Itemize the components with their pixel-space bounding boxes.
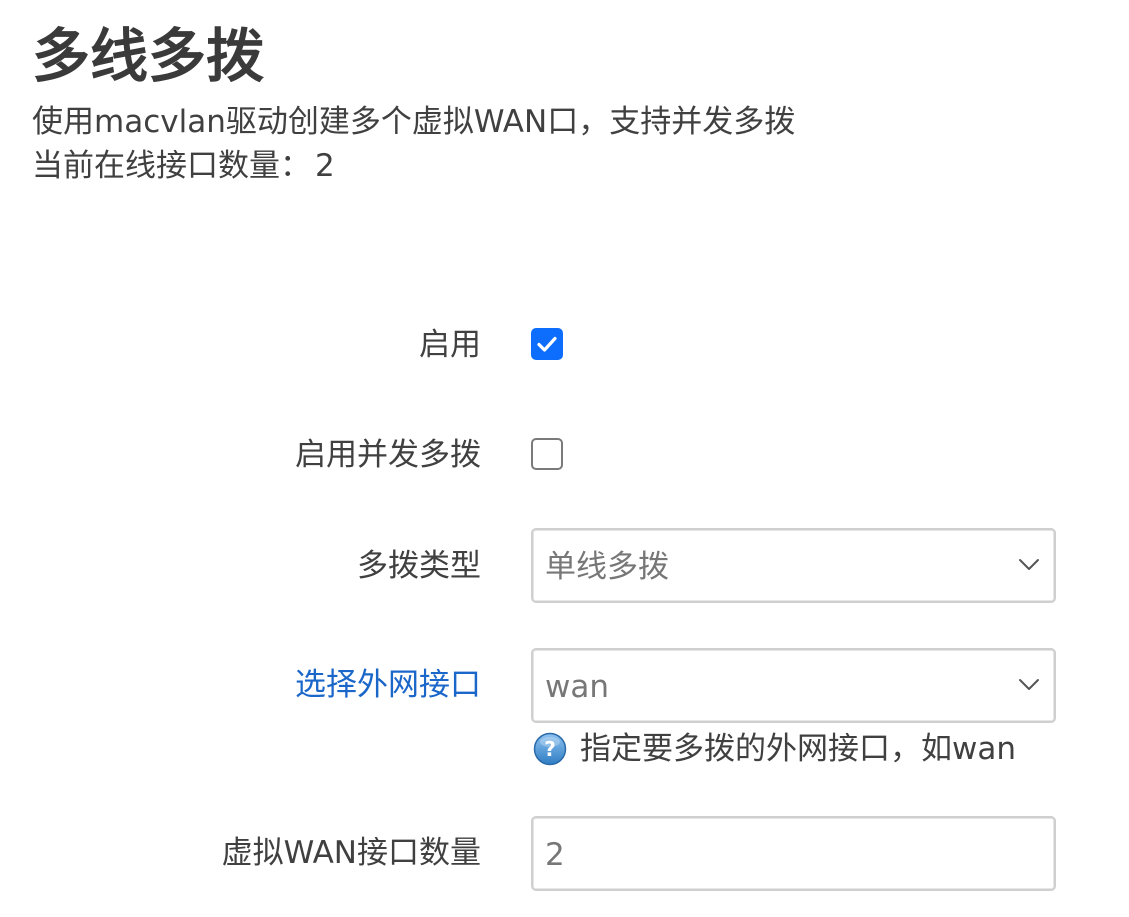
page-description: 使用macvlan驱动创建多个虚拟WAN口，支持并发多拨 <box>32 104 796 140</box>
wan-count-input[interactable]: 2 <box>531 816 1056 891</box>
wan-count-value: 2 <box>545 837 565 873</box>
dial-type-label: 多拨类型 <box>357 548 481 584</box>
online-status: 当前在线接口数量： 2 <box>32 146 335 186</box>
svg-text:?: ? <box>544 737 556 761</box>
wan-interface-hint-text: 指定要多拨的外网接口，如wan <box>580 731 1016 767</box>
online-count-label: 当前在线接口数量： <box>32 148 311 184</box>
enable-checkbox[interactable] <box>531 328 563 360</box>
help-icon: ? <box>533 732 567 766</box>
dial-type-select[interactable]: 单线多拨 <box>531 528 1056 603</box>
chevron-down-icon <box>1019 559 1039 570</box>
wan-interface-select[interactable]: wan <box>531 648 1056 723</box>
page-title: 多线多拨 <box>32 22 265 90</box>
page: 多线多拨 使用macvlan驱动创建多个虚拟WAN口，支持并发多拨 当前在线接口… <box>0 0 1129 917</box>
check-icon <box>537 336 557 352</box>
concurrent-dial-label: 启用并发多拨 <box>295 437 481 473</box>
concurrent-dial-checkbox[interactable] <box>531 438 563 470</box>
chevron-down-icon <box>1019 679 1039 690</box>
enable-label: 启用 <box>419 327 481 363</box>
wan-interface-label[interactable]: 选择外网接口 <box>295 665 481 705</box>
dial-type-value: 单线多拨 <box>545 549 669 585</box>
online-count-value: 2 <box>315 148 335 184</box>
wan-count-label: 虚拟WAN接口数量 <box>221 835 481 871</box>
wan-interface-value: wan <box>545 669 609 705</box>
